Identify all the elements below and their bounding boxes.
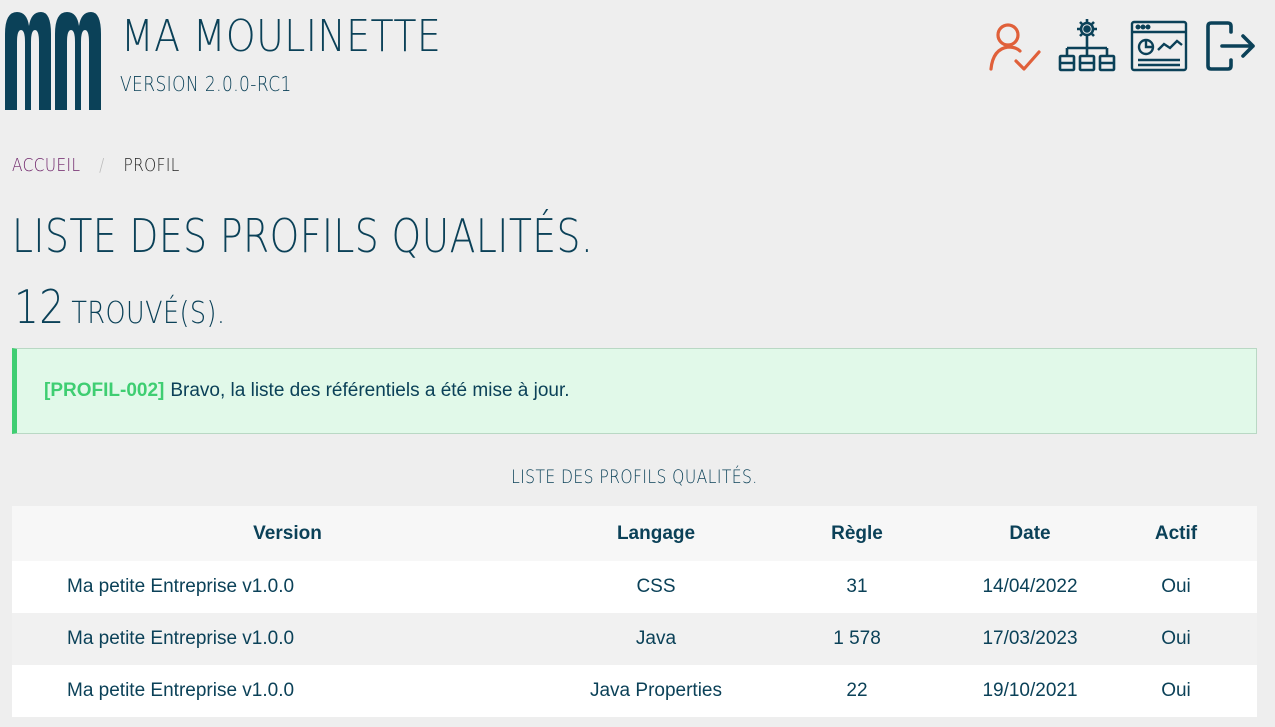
breadcrumb-separator: / [99,155,105,176]
cell-langage: Java Properties [589,680,722,701]
cell-langage: Java [635,628,677,649]
logout-icon[interactable] [1201,16,1261,76]
app-title: MA MOULINETTE [121,11,442,62]
profiles-table: Version Langage Règle Date Actif Ma peti… [12,506,1257,717]
dashboard-icon[interactable] [1129,16,1189,76]
cell-date: 17/03/2023 [982,628,1078,649]
column-header-version[interactable]: Version [12,506,563,561]
cell-actif: Oui [1161,576,1191,597]
cell-actif: Oui [1161,680,1191,701]
app-header: MA MOULINETTE VERSION 2.0.0-RC1 [0,0,1275,120]
gear-network-icon[interactable] [1057,16,1117,76]
breadcrumb: ACCUEIL / PROFIL [12,155,180,176]
result-count: 12 TROUVÉ(S). [14,280,225,334]
cell-regle: 1 578 [833,628,881,649]
result-count-number: 12 [14,280,65,334]
cell-date: 19/10/2021 [982,680,1078,701]
app-version: VERSION 2.0.0-RC1 [120,72,292,96]
user-check-icon[interactable] [985,16,1045,76]
table-header-row: Version Langage Règle Date Actif [12,506,1257,561]
success-alert: [PROFIL-002] Bravo, la liste des référen… [12,348,1257,434]
page-title: LISTE DES PROFILS QUALITÉS. [12,209,594,263]
cell-langage: CSS [636,576,676,597]
column-header-regle[interactable]: Règle [749,506,965,561]
breadcrumb-home-link[interactable]: ACCUEIL [12,155,80,176]
result-count-label: TROUVÉ(S). [71,296,226,331]
table-row[interactable]: Ma petite Entreprise v1.0.0 Java 1 578 1… [12,613,1257,665]
app-logo[interactable] [5,12,101,110]
cell-version: Ma petite Entreprise v1.0.0 [67,576,295,597]
header-toolbar [985,16,1261,76]
cell-regle: 22 [846,680,868,701]
cell-regle: 31 [846,576,868,597]
table-row[interactable]: Ma petite Entreprise v1.0.0 Java Propert… [12,665,1257,717]
cell-date: 14/04/2022 [982,576,1078,597]
table-row[interactable]: Ma petite Entreprise v1.0.0 CSS 31 14/04… [12,561,1257,613]
column-header-langage[interactable]: Langage [563,506,749,561]
cell-version: Ma petite Entreprise v1.0.0 [67,628,295,649]
table-caption-text: LISTE DES PROFILS QUALITÉS. [511,466,758,488]
column-header-actif[interactable]: Actif [1095,506,1257,561]
cell-version: Ma petite Entreprise v1.0.0 [67,680,295,701]
cell-actif: Oui [1161,628,1191,649]
table-caption: LISTE DES PROFILS QUALITÉS. [12,466,1257,488]
alert-message: Bravo, la liste des référentiels a été m… [170,380,570,401]
column-header-date[interactable]: Date [965,506,1095,561]
alert-code: [PROFIL-002] [44,380,165,401]
breadcrumb-current: PROFIL [123,155,180,176]
